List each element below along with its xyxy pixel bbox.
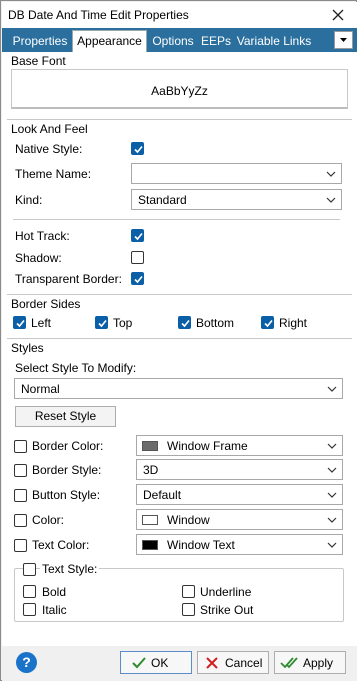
cancel-x-icon <box>206 657 218 669</box>
border-right-label: Right <box>279 316 308 330</box>
chevron-down-icon <box>326 197 336 203</box>
chevron-down-icon <box>327 467 337 473</box>
kind-value: Standard <box>138 193 187 207</box>
style-select-value: Normal <box>21 382 60 396</box>
tab-properties[interactable]: Properties <box>8 31 72 52</box>
border-left-checkbox[interactable] <box>13 316 26 329</box>
hot-track-checkbox[interactable] <box>131 229 144 242</box>
divider <box>13 219 340 220</box>
tab-appearance[interactable]: Appearance <box>72 30 147 52</box>
cancel-button[interactable]: Cancel <box>197 651 269 674</box>
italic-label: Italic <box>42 603 67 617</box>
select-style-label: Select Style To Modify: <box>15 361 137 375</box>
strike-out-label: Strike Out <box>200 603 254 617</box>
bold-label: Bold <box>42 585 67 599</box>
divider <box>7 338 352 339</box>
border-left-label: Left <box>31 316 52 330</box>
text-color-value: Window Text <box>167 538 235 552</box>
border-style-select[interactable]: 3D <box>136 459 343 480</box>
chevron-down-icon <box>326 171 336 177</box>
close-icon[interactable] <box>327 4 349 26</box>
text-color-select[interactable]: Window Text <box>136 534 343 555</box>
native-style-label: Native Style: <box>15 142 83 156</box>
theme-name-select[interactable] <box>131 163 342 184</box>
strike-out-checkbox[interactable] <box>182 603 195 616</box>
transparent-border-checkbox[interactable] <box>131 272 144 285</box>
native-style-checkbox[interactable] <box>131 142 144 155</box>
border-bottom-label: Bottom <box>196 316 235 330</box>
caret-down-icon <box>340 38 347 42</box>
font-sample-text: AaBbYyZz <box>151 84 208 98</box>
reset-style-button[interactable]: Reset Style <box>15 406 116 427</box>
tab-bar: Properties Appearance Options EEPs Varia… <box>2 28 357 52</box>
button-style-checkbox[interactable] <box>14 489 27 502</box>
button-style-select[interactable]: Default <box>136 484 343 505</box>
chevron-down-icon <box>327 517 337 523</box>
style-select[interactable]: Normal <box>14 378 343 399</box>
kind-label: Kind: <box>15 193 43 207</box>
text-style-checkbox[interactable] <box>23 563 36 576</box>
color-label: Color: <box>32 513 65 527</box>
tab-variable-links[interactable]: Variable Links <box>234 31 314 52</box>
border-right-checkbox[interactable] <box>261 316 274 329</box>
text-style-label: Text Style: <box>40 562 100 576</box>
color-select[interactable]: Window <box>136 509 343 530</box>
title-bar: DB Date And Time Edit Properties <box>2 2 357 28</box>
border-color-value: Window Frame <box>167 439 248 453</box>
look-and-feel-title: Look And Feel <box>11 122 88 136</box>
hot-track-label: Hot Track: <box>15 229 70 243</box>
chevron-down-icon <box>327 386 337 392</box>
color-value: Window <box>167 513 210 527</box>
theme-name-label: Theme Name: <box>15 167 92 181</box>
button-style-label: Button Style: <box>32 488 101 502</box>
border-style-value: 3D <box>143 463 159 477</box>
base-font-button[interactable]: AaBbYyZz <box>11 69 348 109</box>
border-color-select[interactable]: Window Frame <box>136 435 343 456</box>
border-top-label: Top <box>113 316 133 330</box>
divider <box>7 294 352 295</box>
border-style-label: Border Style: <box>32 463 102 477</box>
tab-eeps[interactable]: EEPs <box>200 31 232 52</box>
styles-title: Styles <box>11 341 44 355</box>
border-bottom-checkbox[interactable] <box>178 316 191 329</box>
base-font-title: Base Font <box>11 54 66 68</box>
text-color-swatch <box>142 540 158 550</box>
chevron-down-icon <box>327 443 337 449</box>
help-icon[interactable]: ? <box>16 652 37 673</box>
border-sides-title: Border Sides <box>11 297 81 311</box>
transparent-border-label: Transparent Border: <box>15 272 122 286</box>
border-top-checkbox[interactable] <box>95 316 108 329</box>
border-color-label: Border Color: <box>32 439 104 453</box>
underline-label: Underline <box>200 585 252 599</box>
chevron-down-icon <box>327 492 337 498</box>
text-color-checkbox[interactable] <box>14 539 27 552</box>
chevron-down-icon <box>327 542 337 548</box>
shadow-label: Shadow: <box>15 251 62 265</box>
kind-select[interactable]: Standard <box>131 189 342 210</box>
tab-options[interactable]: Options <box>148 31 198 52</box>
apply-button[interactable]: Apply <box>274 651 346 674</box>
border-color-swatch <box>142 441 158 451</box>
ok-button[interactable]: OK <box>120 651 192 674</box>
color-swatch <box>142 515 158 525</box>
border-color-checkbox[interactable] <box>14 440 27 453</box>
properties-dialog: DB Date And Time Edit Properties Propert… <box>0 0 357 681</box>
divider <box>7 119 352 120</box>
text-color-label: Text Color: <box>32 538 90 552</box>
italic-checkbox[interactable] <box>23 603 36 616</box>
dialog-footer: ? OK Cancel Apply <box>2 646 357 681</box>
underline-checkbox[interactable] <box>182 585 195 598</box>
border-style-checkbox[interactable] <box>14 464 27 477</box>
color-checkbox[interactable] <box>14 514 27 527</box>
button-style-value: Default <box>143 488 182 502</box>
tab-overflow-dropdown[interactable] <box>334 31 353 49</box>
window-title: DB Date And Time Edit Properties <box>8 8 189 22</box>
shadow-checkbox[interactable] <box>131 251 144 264</box>
bold-checkbox[interactable] <box>23 585 36 598</box>
checkmark-icon <box>132 657 146 669</box>
double-check-icon <box>280 657 298 669</box>
